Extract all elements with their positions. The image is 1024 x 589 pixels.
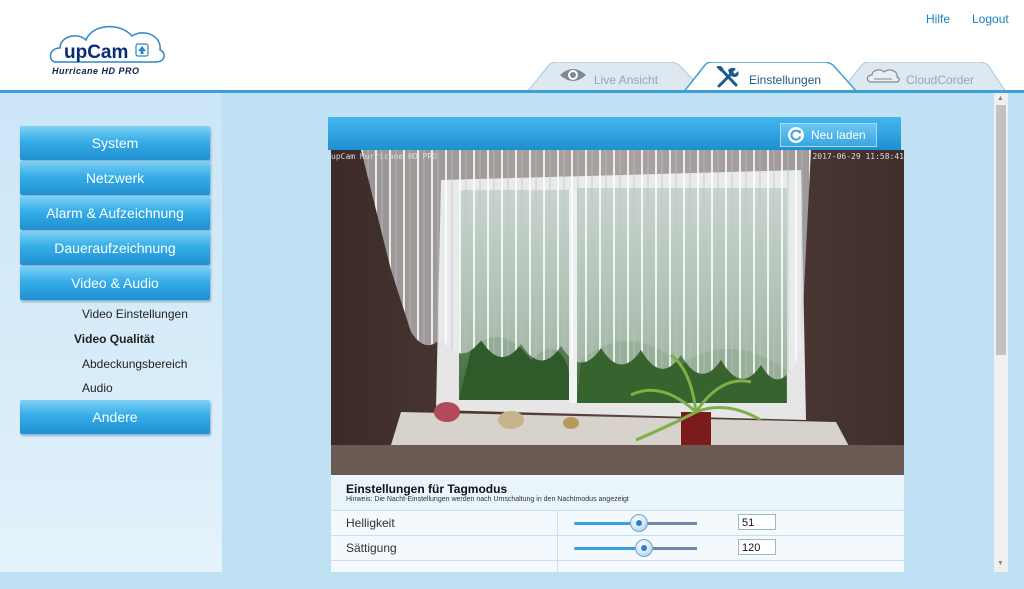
page-edge	[0, 572, 1008, 589]
scroll-down-icon[interactable]: ▼	[997, 560, 1004, 567]
tab-live-ansicht-label: Live Ansicht	[594, 73, 659, 87]
help-link[interactable]: Hilfe	[926, 12, 950, 26]
video-osd-timestamp: 2017-06-29 11:58:41	[812, 152, 904, 161]
setting-label: Sättigung	[346, 541, 397, 555]
tab-cloudcorder[interactable]: CloudCorder	[840, 62, 1008, 92]
svg-text:upCam: upCam	[64, 42, 128, 63]
tab-einstellungen-label: Einstellungen	[749, 73, 822, 87]
reload-button[interactable]: Neu laden	[780, 123, 877, 147]
sidebar: System Netzwerk Alarm & Aufzeichnung Dau…	[0, 93, 222, 589]
video-osd-title: upCam Hurricane HD PRO	[331, 152, 437, 161]
slider-thumb[interactable]	[635, 539, 653, 557]
tab-cloudcorder-label: CloudCorder	[906, 73, 975, 87]
setting-label: Helligkeit	[346, 516, 395, 530]
tab-live-ansicht[interactable]: Live Ansicht	[527, 62, 707, 92]
subitem-video-qualitaet[interactable]: Video Qualität	[74, 332, 154, 346]
settings-title: Einstellungen für Tagmodus	[346, 482, 508, 496]
slider-thumb[interactable]	[630, 514, 648, 532]
subitem-audio[interactable]: Audio	[82, 381, 113, 395]
eye-icon	[560, 69, 586, 81]
page-edge	[1008, 93, 1024, 589]
helligkeit-input[interactable]: 51	[738, 514, 776, 530]
setting-row-saettigung: Sättigung 120	[331, 535, 904, 560]
sidebar-item-alarm[interactable]: Alarm & Aufzeichnung	[20, 196, 210, 230]
saettigung-slider[interactable]	[574, 539, 697, 557]
sidebar-item-andere[interactable]: Andere	[20, 400, 210, 434]
logout-link[interactable]: Logout	[972, 12, 1009, 26]
subitem-video-einstellungen[interactable]: Video Einstellungen	[82, 307, 188, 321]
sidebar-item-netzwerk[interactable]: Netzwerk	[20, 161, 210, 195]
subitem-abdeckungsbereich[interactable]: Abdeckungsbereich	[82, 357, 187, 371]
settings-hint: Hinweis: Die Nacht-Einstellungen werden …	[346, 496, 629, 503]
saettigung-input[interactable]: 120	[738, 539, 776, 555]
sidebar-item-video-audio[interactable]: Video & Audio	[20, 266, 210, 300]
reload-button-label: Neu laden	[811, 128, 866, 142]
setting-row-helligkeit: Helligkeit 51	[331, 510, 904, 535]
brand-subtitle: Hurricane HD PRO	[52, 66, 140, 76]
row-divider	[557, 536, 558, 560]
sidebar-item-system[interactable]: System	[20, 126, 210, 160]
helligkeit-slider[interactable]	[574, 514, 697, 532]
video-feed: upCam Hurricane HD PRO 2017-06-29 11:58:…	[331, 150, 904, 475]
camera-image	[331, 150, 904, 475]
row-divider	[557, 511, 558, 535]
settings-panel: Einstellungen für Tagmodus Hinweis: Die …	[331, 475, 904, 573]
cloud-icon	[866, 69, 900, 83]
scroll-up-icon[interactable]: ▲	[997, 95, 1004, 102]
refresh-icon	[788, 127, 804, 143]
vertical-scrollbar[interactable]: ▲ ▼	[994, 93, 1008, 572]
scroll-thumb[interactable]	[996, 105, 1006, 355]
sidebar-item-daueraufzeichnung[interactable]: Daueraufzeichnung	[20, 231, 210, 265]
header: upCam Hurricane HD PRO Hilfe Logout Live…	[0, 0, 1024, 93]
tools-icon	[716, 66, 739, 88]
tab-einstellungen[interactable]: Einstellungen	[683, 62, 858, 93]
